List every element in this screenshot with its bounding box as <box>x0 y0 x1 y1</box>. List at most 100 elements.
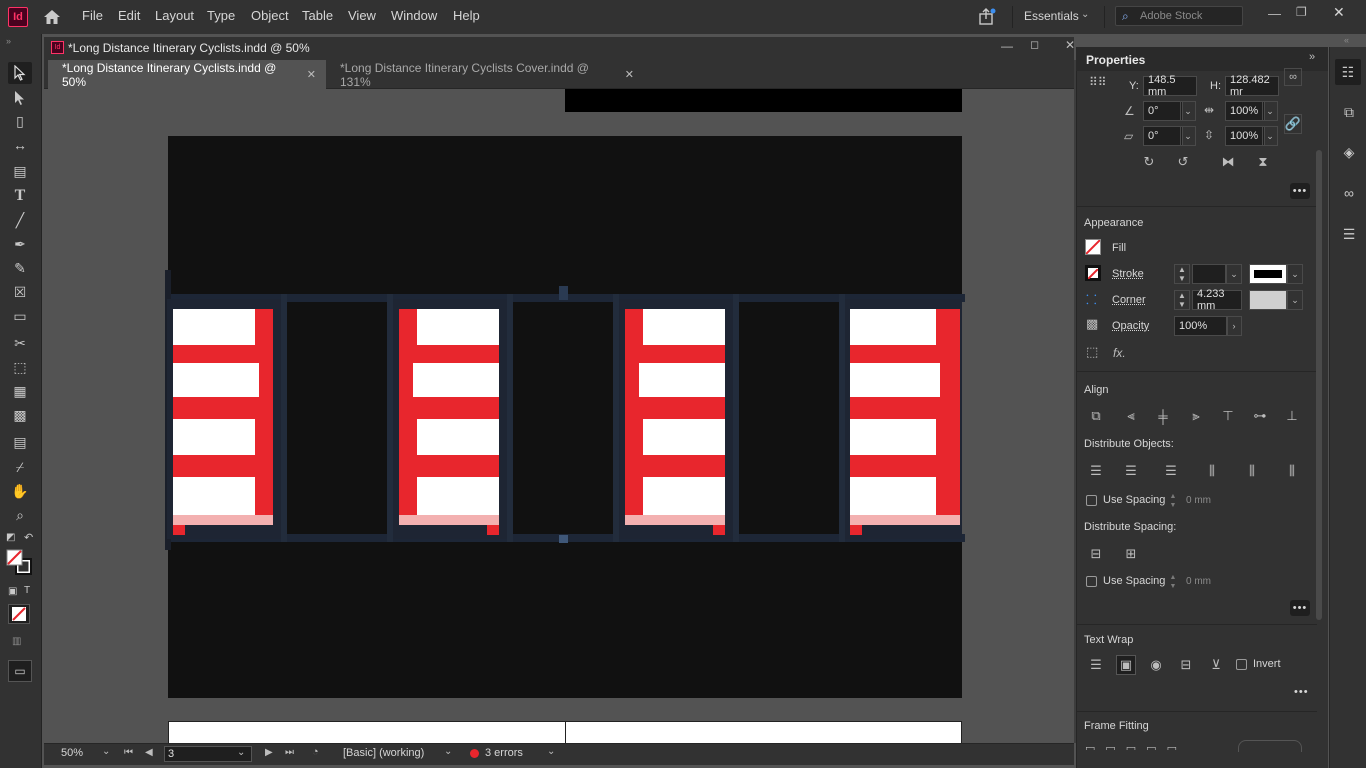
panel-scrollbar[interactable] <box>1316 150 1322 620</box>
menu-table[interactable]: Table <box>302 8 333 23</box>
selection-handle[interactable] <box>559 286 568 300</box>
formatting-text-icon[interactable]: T <box>24 585 30 596</box>
fx-label[interactable]: fx. <box>1113 346 1126 360</box>
tab-itinerary-cover[interactable]: *Long Distance Itinerary Cyclists Cover.… <box>326 60 644 89</box>
close-icon[interactable]: ✕ <box>1333 4 1345 21</box>
distribute-top-icon[interactable]: ☰ <box>1087 462 1105 480</box>
corner-shape-dropdown-icon[interactable]: ⌄ <box>1287 290 1303 310</box>
free-transform-tool-icon[interactable]: ⬚ <box>8 356 32 378</box>
doc-minimize-icon[interactable]: — <box>1001 39 1013 53</box>
text-wrap-panel-icon[interactable]: ☰ <box>1339 224 1359 244</box>
menu-layout[interactable]: Layout <box>155 8 194 23</box>
scale-x-field[interactable]: 100% <box>1225 101 1265 121</box>
zoom-tool-icon[interactable]: ⌕ <box>8 504 32 526</box>
distribute-vertical-centers-icon[interactable]: ☰ <box>1122 462 1140 480</box>
chevron-down-icon[interactable]: ⌄ <box>1081 9 1089 20</box>
selection-handle[interactable] <box>559 535 568 543</box>
stroke-type-swatch[interactable] <box>1249 264 1287 284</box>
align-bottom-edges-icon[interactable]: ⊥ <box>1283 407 1301 425</box>
stripe-image-1[interactable] <box>167 299 281 539</box>
gradient-feather-tool-icon[interactable]: ▩ <box>8 404 32 426</box>
shear-field[interactable]: 0° <box>1143 126 1183 146</box>
no-text-wrap-icon[interactable]: ☰ <box>1087 656 1105 674</box>
gradient-swatch-tool-icon[interactable]: ▦ <box>8 380 32 402</box>
stripe-image-4[interactable] <box>844 299 962 539</box>
selection-tool-icon[interactable] <box>8 62 32 84</box>
use-spacing-checkbox-2[interactable] <box>1086 576 1097 587</box>
align-more-options-button[interactable]: ••• <box>1290 600 1310 616</box>
panel-collapse-icon[interactable]: » <box>1309 51 1315 63</box>
apply-none-icon[interactable] <box>8 604 30 624</box>
wrap-around-object-shape-icon[interactable]: ◉ <box>1147 656 1165 674</box>
errors-dropdown-icon[interactable]: ⌄ <box>547 746 555 757</box>
distribute-right-icon[interactable]: ⫼ <box>1283 462 1301 480</box>
next-page-icon[interactable]: ▶ <box>265 747 273 758</box>
stroke-type-dropdown-icon[interactable]: ⌄ <box>1287 264 1303 284</box>
document-canvas[interactable] <box>48 89 1070 743</box>
align-left-edges-icon[interactable]: ⫷ <box>1122 407 1140 425</box>
corner-options-icon[interactable]: ⸬ <box>1086 290 1097 308</box>
align-right-edges-icon[interactable]: ⫸ <box>1187 407 1205 425</box>
spacing-value[interactable]: 0 mm <box>1186 495 1211 506</box>
minimize-icon[interactable]: — <box>1268 6 1281 21</box>
reference-point-icon[interactable]: ⠿⠿ <box>1089 75 1115 89</box>
menu-view[interactable]: View <box>348 8 376 23</box>
page-tool-icon[interactable]: ▯ <box>8 110 32 132</box>
stroke-weight-stepper[interactable]: ▲ ▼ <box>1174 264 1190 284</box>
stroke-swatch[interactable] <box>1085 265 1101 281</box>
stripe-image-3[interactable] <box>619 299 733 539</box>
menu-object[interactable]: Object <box>251 8 289 23</box>
rotate-clockwise-icon[interactable]: ↻ <box>1140 153 1158 171</box>
note-tool-icon[interactable]: ▤ <box>8 431 32 453</box>
zoom-level[interactable]: 50% <box>61 747 83 759</box>
spacing-value-2[interactable]: 0 mm <box>1186 576 1211 587</box>
profile-dropdown-icon[interactable]: ⌄ <box>444 746 452 757</box>
adobe-stock-search[interactable]: ⌕ Adobe Stock <box>1115 6 1243 26</box>
rectangle-frame-tool-icon[interactable]: ☒ <box>8 281 32 303</box>
pages-panel-icon[interactable]: ⧉ <box>1339 102 1359 122</box>
scale-x-dropdown-icon[interactable]: ⌄ <box>1262 101 1278 121</box>
opacity-label[interactable]: Opacity <box>1112 320 1149 332</box>
type-tool-icon[interactable]: T <box>8 185 32 207</box>
scissors-tool-icon[interactable]: ✂ <box>8 332 32 354</box>
align-horizontal-centers-icon[interactable]: ╪ <box>1154 407 1172 425</box>
wrap-around-bounding-box-icon[interactable]: ▣ <box>1116 655 1136 675</box>
formatting-container-icon[interactable]: ▣ <box>8 586 17 597</box>
stroke-weight-field[interactable] <box>1192 264 1226 284</box>
flip-vertical-icon[interactable]: ⧗ <box>1254 153 1272 171</box>
close-tab-icon[interactable]: ✕ <box>307 68 316 81</box>
frame-fitting-icons[interactable]: ▭▭▭▭▭ <box>1085 742 1215 750</box>
menu-file[interactable]: File <box>82 8 103 23</box>
line-tool-icon[interactable]: ╱ <box>8 209 32 231</box>
direct-selection-tool-icon[interactable] <box>8 87 32 109</box>
invert-checkbox[interactable] <box>1236 659 1247 670</box>
rotation-dropdown-icon[interactable]: ⌄ <box>1180 101 1196 121</box>
pen-tool-icon[interactable]: ✒ <box>8 233 32 255</box>
content-collector-icon[interactable]: ▤ <box>8 160 32 182</box>
collapse-arrows-icon[interactable]: » <box>6 36 11 46</box>
zoom-dropdown-icon[interactable]: ⌄ <box>102 746 110 757</box>
pencil-tool-icon[interactable]: ✎ <box>8 257 32 279</box>
preflight-profile[interactable]: [Basic] (working) <box>343 747 424 759</box>
text-wrap-more-options-icon[interactable]: ••• <box>1294 686 1309 698</box>
rotation-field[interactable]: 0° <box>1143 101 1183 121</box>
frame-fitting-options-button[interactable] <box>1238 740 1302 752</box>
y-position-field[interactable]: 148.5 mm <box>1143 74 1197 98</box>
fill-swatch[interactable] <box>1085 239 1101 255</box>
open-page-icon[interactable]: ◔ <box>312 746 319 758</box>
default-fill-stroke-icon[interactable]: ◩ <box>6 532 15 543</box>
menu-help[interactable]: Help <box>453 8 480 23</box>
fill-stroke-swatch[interactable] <box>6 548 34 578</box>
home-icon[interactable] <box>40 6 64 28</box>
align-vertical-centers-icon[interactable]: ⊶ <box>1251 407 1269 425</box>
shear-dropdown-icon[interactable]: ⌄ <box>1180 126 1196 146</box>
first-page-icon[interactable]: ⏮ <box>124 747 133 758</box>
constrain-proportions-icon[interactable]: ∞ <box>1284 68 1302 86</box>
corner-size-field[interactable]: 4.233 mm <box>1192 288 1242 312</box>
links-panel-icon[interactable]: ∞ <box>1339 183 1359 203</box>
stroke-weight-dropdown-icon[interactable]: ⌄ <box>1226 264 1242 284</box>
menu-window[interactable]: Window <box>391 8 437 23</box>
distribute-vertical-space-icon[interactable]: ⊟ <box>1087 545 1105 563</box>
swap-fill-stroke-icon[interactable]: ↶ <box>24 531 33 544</box>
effects-frame-icon[interactable]: ⬚ <box>1086 344 1098 360</box>
